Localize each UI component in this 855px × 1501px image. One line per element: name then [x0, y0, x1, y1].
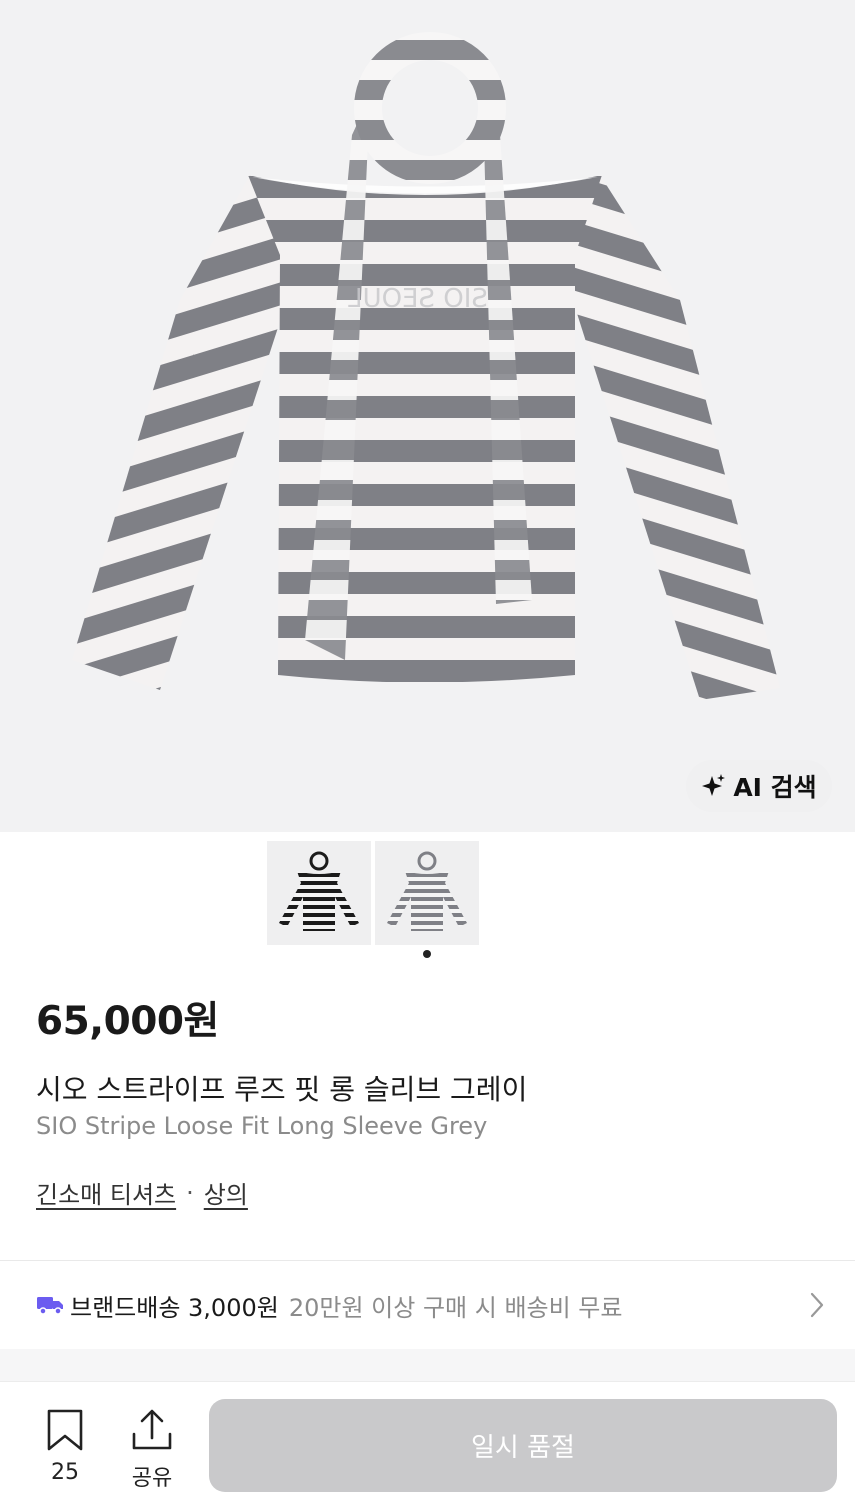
category-link-long-sleeve[interactable]: 긴소매 티셔츠: [36, 1175, 176, 1210]
ai-search-label: AI 검색: [733, 773, 817, 802]
striped-shirt-illustration: SIO SEOUL: [72, 32, 780, 700]
bookmark-button[interactable]: 25: [33, 1408, 97, 1485]
shipping-info-row[interactable]: 브랜드배송 3,000원 20만원 이상 구매 시 배송비 무료: [0, 1261, 855, 1349]
thumbnail-strip: [267, 841, 479, 945]
share-icon: [132, 1409, 172, 1450]
grey-stripe-shirt-thumbnail: [387, 851, 467, 931]
thumbnail-black[interactable]: [267, 841, 371, 945]
share-button[interactable]: 공유: [120, 1408, 184, 1492]
category-separator: ·: [186, 1178, 194, 1207]
bookmark-count: 25: [51, 1460, 79, 1485]
category-breadcrumb: 긴소매 티셔츠 · 상의: [36, 1175, 248, 1210]
product-name-english: SIO Stripe Loose Fit Long Sleeve Grey: [36, 1112, 488, 1140]
product-price: 65,000원: [36, 999, 219, 1044]
truck-icon: [36, 1294, 64, 1316]
gallery-pager-dot: [423, 950, 431, 958]
shipping-fee-label: 브랜드배송 3,000원: [70, 1293, 279, 1322]
black-stripe-shirt-thumbnail: [279, 851, 359, 931]
print-text: SIO SEOUL: [348, 284, 488, 314]
chevron-right-icon: [809, 1291, 825, 1323]
product-image[interactable]: SIO SEOUL AI 검색: [0, 0, 855, 832]
category-link-tops[interactable]: 상의: [204, 1175, 248, 1210]
sold-out-button[interactable]: 일시 품절: [209, 1399, 837, 1492]
thumbnail-grey[interactable]: [375, 841, 479, 945]
free-shipping-note: 20만원 이상 구매 시 배송비 무료: [288, 1293, 623, 1322]
bottom-action-bar: 25 공유 일시 품절: [0, 1381, 855, 1501]
sparkle-icon: [702, 774, 726, 796]
product-name-korean: 시오 스트라이프 루즈 핏 롱 슬리브 그레이: [36, 1073, 528, 1106]
section-spacer: [0, 1349, 855, 1381]
ai-search-button[interactable]: AI 검색: [686, 760, 832, 812]
bookmark-icon: [47, 1409, 83, 1451]
share-label: 공유: [131, 1466, 173, 1491]
